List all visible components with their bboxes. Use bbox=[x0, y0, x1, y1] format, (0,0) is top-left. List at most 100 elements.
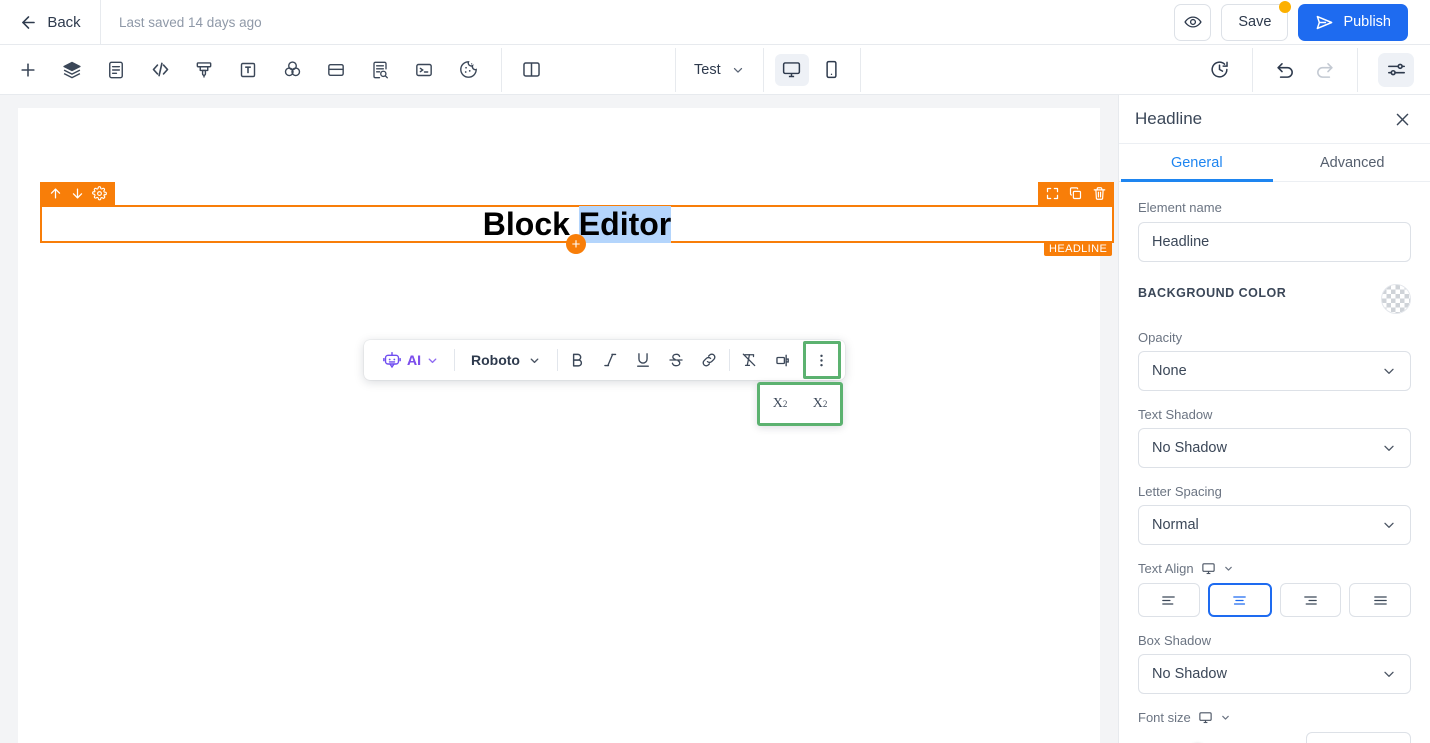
element-name-label: Element name bbox=[1138, 200, 1222, 215]
undo-button[interactable] bbox=[1275, 59, 1296, 80]
opacity-label: Opacity bbox=[1138, 330, 1183, 345]
divider bbox=[100, 0, 101, 44]
font-size-label-row: Font size bbox=[1138, 710, 1411, 725]
eye-icon bbox=[1184, 13, 1202, 31]
box-shadow-select[interactable]: No Shadow bbox=[1138, 654, 1411, 694]
desktop-icon[interactable] bbox=[1201, 561, 1216, 576]
device-desktop-button[interactable] bbox=[774, 53, 809, 86]
container-button[interactable] bbox=[319, 53, 353, 87]
split-view-button[interactable] bbox=[502, 59, 561, 80]
bold-button[interactable] bbox=[561, 344, 594, 376]
panel-tabs: General Advanced bbox=[1119, 144, 1430, 182]
box-shadow-group: Box Shadow No Shadow bbox=[1138, 633, 1411, 694]
text-shadow-select[interactable]: No Shadow bbox=[1138, 428, 1411, 468]
theme-button[interactable] bbox=[187, 53, 221, 87]
headline-text-selected: Editor bbox=[578, 205, 672, 243]
box-shadow-label: Box Shadow bbox=[1138, 633, 1211, 648]
save-label: Save bbox=[1238, 14, 1272, 30]
variant-selector[interactable]: Test bbox=[676, 62, 763, 78]
subscript-index: 2 bbox=[782, 399, 788, 409]
divider bbox=[859, 47, 861, 92]
divider bbox=[454, 349, 455, 371]
align-center-button[interactable] bbox=[1207, 583, 1272, 617]
superscript-button[interactable]: X2 bbox=[804, 389, 836, 419]
font-size-input[interactable]: 32 px bbox=[1306, 732, 1411, 743]
terminal-icon bbox=[414, 60, 434, 80]
subscript-button[interactable]: X2 bbox=[764, 389, 796, 419]
background-color-swatch[interactable] bbox=[1381, 284, 1411, 314]
italic-button[interactable] bbox=[594, 344, 627, 376]
history-clock-icon bbox=[1209, 59, 1230, 80]
underline-button[interactable] bbox=[627, 344, 660, 376]
code-icon bbox=[150, 59, 171, 80]
more-options-button[interactable] bbox=[802, 341, 841, 379]
colors-button[interactable] bbox=[275, 53, 309, 87]
console-button[interactable] bbox=[407, 53, 441, 87]
add-element-button[interactable] bbox=[11, 53, 45, 87]
layers-icon bbox=[62, 60, 82, 80]
unsaved-changes-dot bbox=[1279, 0, 1292, 13]
typography-button[interactable] bbox=[231, 53, 265, 87]
divider bbox=[556, 349, 558, 371]
panel-settings-button[interactable] bbox=[1378, 52, 1414, 87]
align-right-button[interactable] bbox=[1279, 583, 1342, 617]
opacity-select[interactable]: None bbox=[1138, 351, 1411, 391]
canvas-area: Block Editor HEADLINE + AI Roboto X 2 X … bbox=[0, 95, 1118, 743]
background-color-row: BACKGROUND COLOR bbox=[1138, 284, 1411, 314]
letter-spacing-select[interactable]: Normal bbox=[1138, 505, 1411, 545]
move-up-icon[interactable] bbox=[48, 186, 63, 201]
preview-button[interactable] bbox=[1174, 3, 1212, 41]
device-mobile-button[interactable] bbox=[815, 54, 849, 86]
clear-format-button[interactable] bbox=[733, 344, 766, 376]
tab-general[interactable]: General bbox=[1119, 144, 1275, 182]
pages-button[interactable] bbox=[99, 53, 133, 87]
save-button[interactable]: Save bbox=[1221, 0, 1292, 41]
code-button[interactable] bbox=[143, 53, 177, 87]
align-left-button[interactable] bbox=[1138, 583, 1200, 617]
block-settings-icon[interactable] bbox=[92, 186, 108, 201]
add-block-button[interactable]: + bbox=[566, 234, 586, 254]
desktop-icon[interactable] bbox=[1198, 710, 1213, 725]
desktop-icon bbox=[781, 59, 802, 80]
block-toolbar-right bbox=[1038, 182, 1114, 205]
chevron-down-icon bbox=[426, 354, 439, 367]
duplicate-icon[interactable] bbox=[1068, 186, 1083, 201]
tab-advanced[interactable]: Advanced bbox=[1275, 144, 1430, 181]
element-name-input[interactable]: Headline bbox=[1138, 222, 1411, 262]
text-align-label: Text Align bbox=[1138, 561, 1194, 576]
redo-button[interactable] bbox=[1314, 59, 1335, 80]
seo-button[interactable] bbox=[363, 53, 397, 87]
undo-redo-group bbox=[1253, 59, 1357, 80]
text-color-button[interactable] bbox=[766, 344, 799, 376]
page-sheet[interactable]: Block Editor HEADLINE + bbox=[18, 108, 1114, 743]
align-justify-button[interactable] bbox=[1349, 583, 1411, 617]
text-shadow-label: Text Shadow bbox=[1138, 407, 1213, 422]
move-down-icon[interactable] bbox=[70, 186, 85, 201]
close-icon[interactable] bbox=[1393, 110, 1412, 129]
colors-icon bbox=[282, 59, 303, 80]
font-family-label: Roboto bbox=[471, 352, 520, 368]
delete-icon[interactable] bbox=[1092, 186, 1107, 201]
divider bbox=[728, 349, 730, 371]
strikethrough-button[interactable] bbox=[660, 344, 693, 376]
panel-body: Element name Headline BACKGROUND COLOR O… bbox=[1119, 182, 1430, 743]
properties-panel: Headline General Advanced Element name H… bbox=[1118, 95, 1430, 743]
text-shadow-group: Text Shadow No Shadow bbox=[1138, 407, 1411, 468]
chevron-down-icon bbox=[1381, 517, 1397, 533]
typography-icon bbox=[238, 60, 258, 80]
chevron-down-icon[interactable] bbox=[1223, 563, 1234, 574]
link-button[interactable] bbox=[693, 344, 726, 376]
history-button[interactable] bbox=[1187, 59, 1252, 80]
editor-toolbar: Test bbox=[0, 45, 1430, 95]
top-bar: Back Last saved 14 days ago Save Publish bbox=[0, 0, 1430, 45]
expand-icon[interactable] bbox=[1045, 186, 1060, 201]
chevron-down-icon[interactable] bbox=[1220, 712, 1231, 723]
seo-icon bbox=[370, 60, 390, 80]
arrow-left-icon bbox=[19, 13, 38, 32]
publish-button[interactable]: Publish bbox=[1298, 3, 1408, 41]
ai-assist-button[interactable]: AI bbox=[368, 344, 451, 376]
cookies-button[interactable] bbox=[451, 53, 485, 87]
layers-button[interactable] bbox=[55, 53, 89, 87]
font-family-selector[interactable]: Roboto bbox=[458, 352, 554, 368]
back-button[interactable]: Back bbox=[0, 0, 100, 44]
